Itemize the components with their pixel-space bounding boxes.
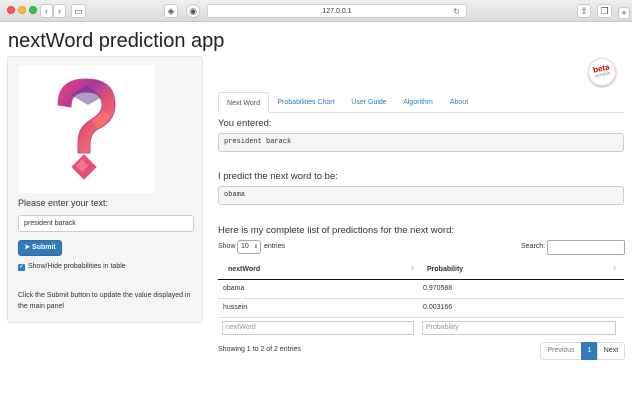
show-label: Show [218,243,236,250]
tabs-button[interactable]: ❐ [597,4,612,18]
column-header-nextword[interactable]: nextWord [228,260,260,279]
new-tab-button[interactable]: + [618,7,630,19]
extension-button[interactable]: ◉ [186,4,200,18]
cell-probability: 0.003166 [423,304,453,311]
filter-probability-input[interactable]: Probability [422,321,616,335]
entries-value: 10 [241,243,249,250]
sidebar-toggle-button[interactable]: ▭ [71,4,86,18]
send-icon: ➤ [24,244,31,251]
you-entered-heading: You entered: [218,118,272,129]
url-text: 127.0.0.1 [322,8,352,15]
minimize-window-button[interactable] [18,6,26,14]
entries-label: entries [264,243,286,250]
next-page-button[interactable]: Next [597,342,625,360]
share-icon: ⇧ [580,6,588,16]
search-input[interactable] [547,240,625,255]
predictions-list-heading: Here is my complete list of predictions … [218,225,455,236]
submit-button[interactable]: ➤ Submit [18,240,62,256]
shield-icon: ◈ [167,6,175,16]
privacy-button[interactable]: ◈ [164,4,178,18]
zoom-window-button[interactable] [29,6,37,14]
browser-toolbar: ‹ › ▭ ◈ ◉ 127.0.0.1 ↻ ⇧ ❐ + [0,0,632,22]
sort-icon[interactable]: ⇕ [612,260,617,279]
entries-select[interactable]: 10 ⇕ [237,240,261,254]
check-icon: ✓ [18,264,25,270]
tabs-icon: ❐ [600,6,609,16]
prediction-heading: I predict the next word to be: [218,171,338,182]
tab-next-word[interactable]: Next Word [218,92,269,113]
table-info: Showing 1 to 2 of 2 entries [218,346,301,353]
tab-about[interactable]: About [443,92,475,113]
cell-probability: 0.970588 [423,285,453,292]
back-button[interactable]: ‹ [40,4,53,18]
chevron-left-icon: ‹ [45,6,48,16]
tab-probabilities-chart[interactable]: Probabilities Chart [272,92,340,113]
predicted-word-output: obama [218,186,624,205]
submit-label: Submit [32,244,56,251]
reload-icon[interactable]: ↻ [453,5,460,18]
cell-word: hussein [223,304,248,311]
checkbox-label: Show/Hide probabilities in table [28,263,126,270]
help-text: Click the Submit button to update the va… [18,292,191,310]
share-button[interactable]: ⇧ [577,4,591,18]
sort-icon[interactable]: ⇕ [410,260,415,279]
tab-algorithm[interactable]: Algorithm [398,92,438,113]
updown-icon: ⇕ [253,244,258,250]
page-1-button[interactable]: 1 [581,342,598,360]
plus-icon: + [621,8,627,18]
search-label: Search: [521,243,546,250]
tab-bar: Next Word Probabilities Chart User Guide… [218,92,624,113]
text-prompt-label: Please enter your text: [18,198,109,208]
forward-button[interactable]: › [53,4,66,18]
sidebar-icon: ▭ [74,6,83,16]
sidebar-panel: Please enter your text: president barack… [7,56,203,323]
text-input[interactable]: president barack [18,215,194,232]
address-bar[interactable]: 127.0.0.1 ↻ [207,4,467,18]
beta-badge: beta version [585,55,619,89]
show-probabilities-checkbox[interactable]: ✓ [18,264,25,271]
question-mark-image [18,65,154,193]
filter-nextword-input[interactable]: nextWord [222,321,414,335]
table-row: hussein 0.003166 [218,299,624,318]
column-header-probability[interactable]: Probability [427,260,463,279]
entered-text-output: president barack [218,133,624,152]
close-window-button[interactable] [7,6,15,14]
compass-icon: ◉ [189,6,197,16]
app-title: nextWord prediction app [8,30,225,52]
tab-user-guide[interactable]: User Guide [346,92,392,113]
cell-word: obama [223,285,245,292]
previous-page-button[interactable]: Previous [540,342,582,360]
chevron-right-icon: › [58,6,61,16]
table-row: obama 0.970588 [218,280,624,299]
